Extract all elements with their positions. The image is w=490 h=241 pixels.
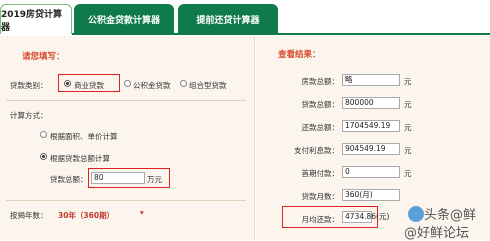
method-by-total[interactable]: 根据贷款总额计算	[50, 153, 110, 164]
result-monthly-payment: 4734.86(元)	[342, 211, 389, 223]
tab-mortgage-calculator[interactable]: 2019房贷计算器	[0, 4, 72, 34]
fill-title: 请您填写：	[22, 52, 65, 62]
radio-by-total[interactable]	[40, 153, 47, 160]
total-unit: 万元	[147, 175, 162, 184]
tab-bar: 2019房贷计算器 公积金贷款计算器 提前还贷计算器	[0, 0, 490, 35]
row-label: 贷款月数：	[301, 192, 340, 201]
input-panel: 请您填写： 贷款类别： 商业贷款 公积金贷款 组合型贷款 计算方式： 根据面积、…	[0, 36, 255, 240]
method-by-area[interactable]: 根据面积、单价计算	[50, 131, 118, 142]
divider	[6, 100, 246, 101]
row-label: 房款总额：	[301, 77, 340, 86]
total-label: 贷款总额：	[50, 175, 88, 184]
result-title: 查看结果：	[278, 50, 321, 60]
calc-method-label: 计算方式：	[10, 111, 48, 120]
loan-type-label: 贷款类别：	[10, 81, 48, 90]
divider	[6, 200, 246, 201]
watermark-logo-icon	[408, 206, 424, 222]
tab-underline	[72, 33, 490, 35]
result-down-payment: 0	[342, 166, 400, 178]
result-months: 360(月)	[342, 189, 400, 201]
row-unit: 元	[404, 100, 412, 109]
radio-combined-loan[interactable]	[180, 80, 187, 87]
result-house-total: 略	[342, 74, 400, 86]
result-interest: 904549.19	[342, 143, 400, 155]
radio-commercial-loan[interactable]	[64, 80, 71, 87]
row-unit: 元	[404, 169, 412, 178]
loan-type-provident[interactable]: 公积金贷款	[133, 80, 171, 91]
row-label: 支付利息款：	[294, 146, 339, 155]
result-panel: 查看结果： 房款总额： 略 元 贷款总额： 800000 元 还款总额： 170…	[256, 36, 490, 241]
row-label: 首期付款：	[301, 169, 340, 178]
row-unit: 元	[404, 77, 412, 86]
tab-prepayment-calculator[interactable]: 提前还贷计算器	[178, 4, 278, 34]
radio-provident-loan[interactable]	[124, 80, 131, 87]
loan-total-input[interactable]: 80	[91, 172, 145, 184]
row-unit: 元	[404, 123, 412, 132]
loan-type-combined[interactable]: 组合型贷款	[189, 80, 227, 91]
watermark-text-2: @好鲜论坛	[404, 226, 470, 241]
years-select[interactable]: 30年（360期）	[58, 210, 114, 221]
row-label: 月均还款：	[301, 215, 340, 224]
watermark-text: 头条@鲜	[424, 208, 477, 223]
row-label: 还款总额：	[301, 123, 340, 132]
radio-by-area[interactable]	[40, 131, 47, 138]
row-unit: 元	[404, 146, 412, 155]
years-label: 按揭年数：	[10, 211, 48, 220]
row-label: 贷款总额：	[301, 100, 340, 109]
chevron-down-icon[interactable]: ▾	[140, 208, 144, 217]
result-repay-total: 1704549.19	[342, 120, 400, 132]
loan-type-commercial[interactable]: 商业贷款	[74, 80, 104, 91]
result-loan-total: 800000	[342, 97, 400, 109]
tab-provident-fund-calculator[interactable]: 公积金贷款计算器	[74, 4, 174, 34]
